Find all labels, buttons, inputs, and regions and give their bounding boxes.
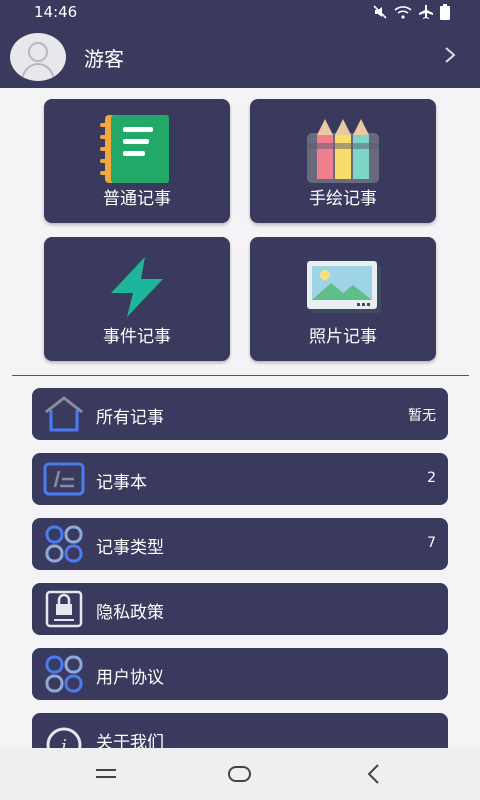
home-button-icon[interactable] <box>227 762 253 786</box>
menu-item-note-types[interactable]: 记事类型 7 <box>32 518 448 570</box>
category-icon <box>45 525 83 563</box>
divider <box>12 375 469 376</box>
event-note-card[interactable]: 事件记事 <box>44 237 230 361</box>
status-time: 14:46 <box>34 3 78 21</box>
menu-item-label: 记事本 <box>96 473 147 493</box>
menu-item-privacy-policy[interactable]: 隐私政策 <box>32 583 448 635</box>
menu-item-label: 用户协议 <box>96 668 164 688</box>
card-label: 照片记事 <box>309 327 377 347</box>
menu-item-label: 记事类型 <box>96 538 164 558</box>
quick-actions-grid: 普通记事 手绘记事 事件记事 照片记事 <box>44 99 436 361</box>
profile-header[interactable]: 游客 <box>0 26 480 88</box>
photo-icon <box>307 261 381 313</box>
avatar[interactable] <box>10 33 66 81</box>
system-nav-bar <box>0 748 480 800</box>
back-icon[interactable] <box>364 762 384 786</box>
lock-icon <box>45 590 83 628</box>
photo-note-card[interactable]: 照片记事 <box>250 237 436 361</box>
normal-note-card[interactable]: 普通记事 <box>44 99 230 223</box>
menu-item-value: 2 <box>427 470 436 486</box>
home-icon <box>45 396 83 432</box>
menu-item-value: 暂无 <box>408 408 436 424</box>
recents-icon[interactable] <box>94 762 118 786</box>
card-label: 事件记事 <box>103 327 171 347</box>
pencils-icon <box>307 119 379 183</box>
menu-item-all-notes[interactable]: 所有记事 暂无 <box>32 388 448 440</box>
status-bar: 14:46 <box>0 0 480 26</box>
lightning-icon <box>111 257 163 317</box>
notebook-icon <box>100 115 169 183</box>
username: 游客 <box>84 47 124 71</box>
user-icon <box>21 42 55 80</box>
status-icons <box>372 4 450 20</box>
airplane-icon <box>419 5 433 19</box>
menu-item-label: 隐私政策 <box>96 603 164 623</box>
mute-icon <box>373 5 387 19</box>
menu-item-value: 7 <box>427 535 436 551</box>
card-label: 手绘记事 <box>309 189 377 209</box>
menu-item-label: 所有记事 <box>96 408 164 428</box>
card-label: 普通记事 <box>103 189 171 209</box>
category-icon <box>45 655 83 693</box>
menu-item-notebooks[interactable]: 记事本 2 <box>32 453 448 505</box>
menu-item-user-agreement[interactable]: 用户协议 <box>32 648 448 700</box>
drawing-note-card[interactable]: 手绘记事 <box>250 99 436 223</box>
notepad-icon <box>43 462 85 496</box>
chevron-right-icon[interactable] <box>444 45 456 65</box>
wifi-icon <box>394 6 412 19</box>
battery-icon <box>440 4 450 20</box>
